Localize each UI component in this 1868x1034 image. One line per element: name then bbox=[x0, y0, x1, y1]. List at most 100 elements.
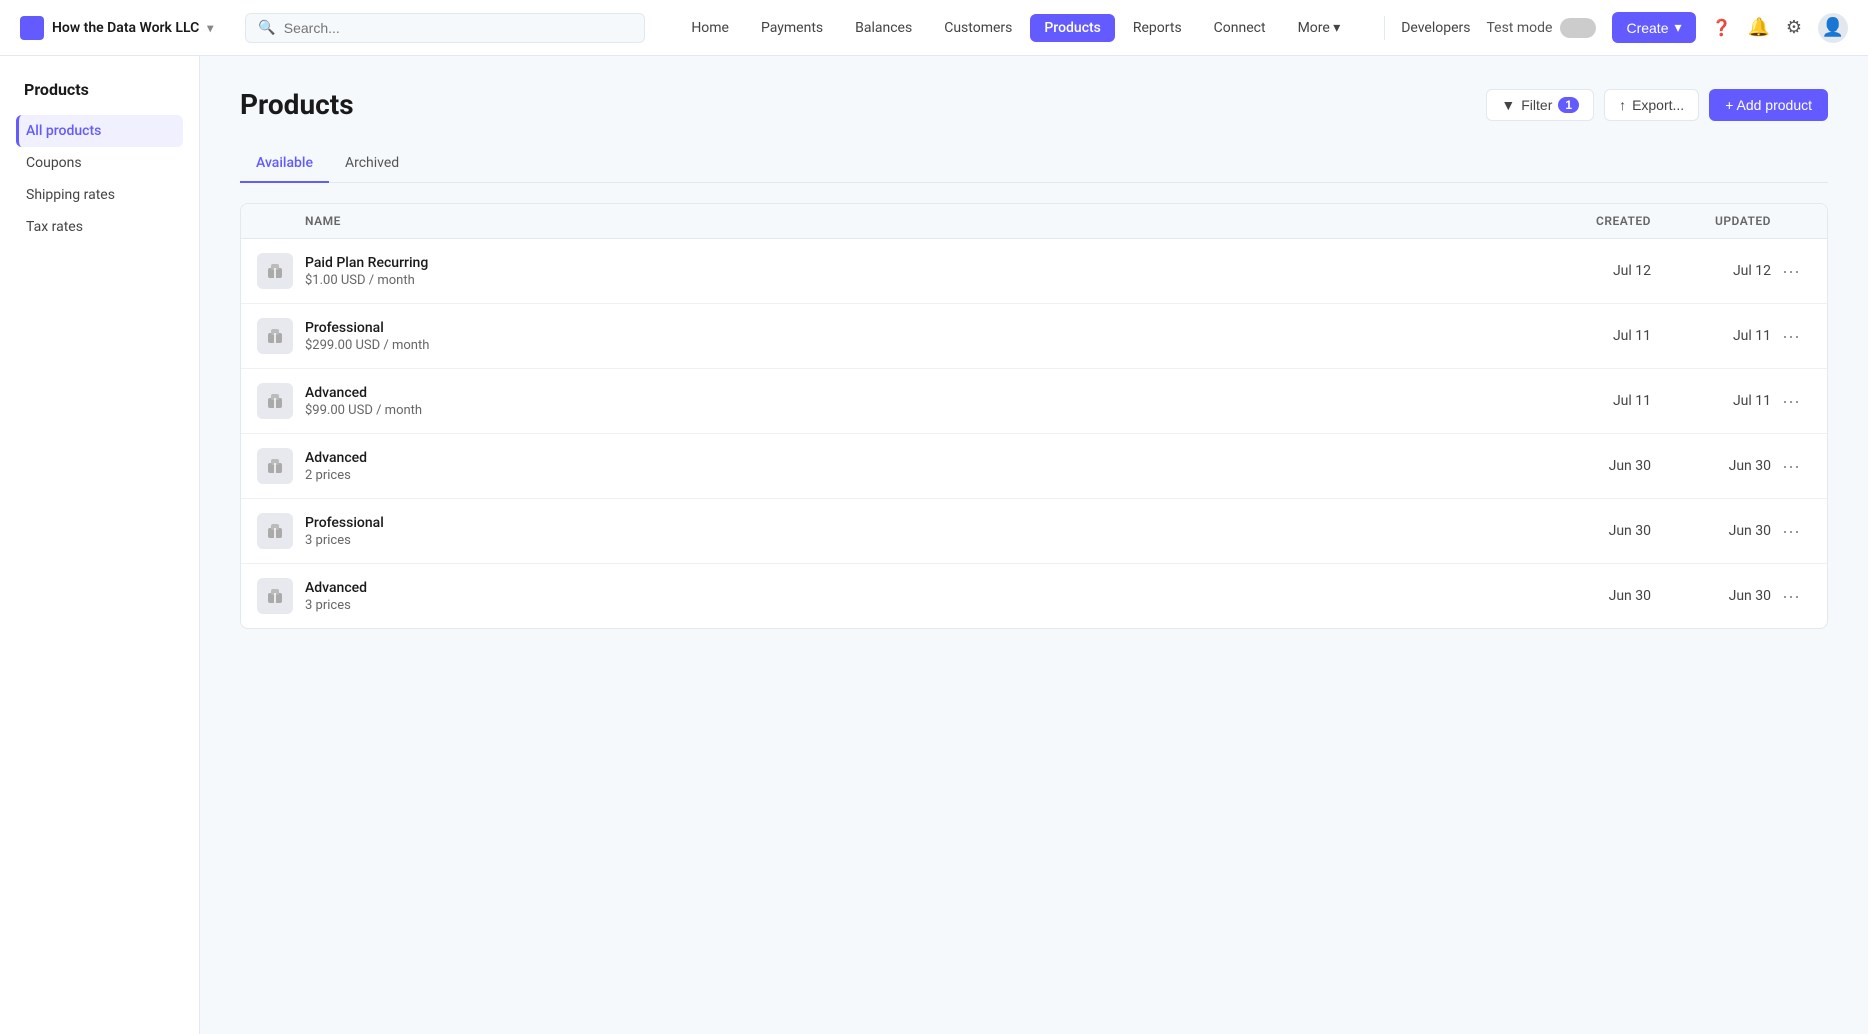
product-info: Advanced $99.00 USD / month bbox=[305, 385, 1531, 418]
sidebar-item-coupons[interactable]: Coupons bbox=[16, 147, 183, 179]
updated-date: Jun 30 bbox=[1651, 588, 1771, 604]
company-name: How the Data Work LLC bbox=[52, 20, 199, 36]
top-nav: Home Payments Balances Customers Product… bbox=[677, 14, 1372, 42]
main-content: Products ▼ Filter 1 ↑ Export... + Add pr… bbox=[200, 56, 1868, 1034]
product-name: Professional bbox=[305, 515, 1531, 531]
sidebar-item-tax-rates[interactable]: Tax rates bbox=[16, 211, 183, 243]
logo-icon bbox=[20, 16, 44, 40]
col-updated: UPDATED bbox=[1651, 214, 1771, 228]
page-header: Products ▼ Filter 1 ↑ Export... + Add pr… bbox=[240, 88, 1828, 121]
nav-item-more[interactable]: More ▾ bbox=[1284, 14, 1355, 42]
test-mode-label: Test mode bbox=[1486, 20, 1552, 36]
product-price: $1.00 USD / month bbox=[305, 273, 1531, 288]
export-button[interactable]: ↑ Export... bbox=[1604, 89, 1699, 121]
created-date: Jun 30 bbox=[1531, 458, 1651, 474]
bell-icon[interactable]: 🔔 bbox=[1747, 17, 1769, 38]
create-chevron-icon: ▾ bbox=[1674, 19, 1681, 36]
products-table: NAME CREATED UPDATED Paid Plan Recurring… bbox=[240, 203, 1828, 629]
created-date: Jun 30 bbox=[1531, 523, 1651, 539]
export-label: Export... bbox=[1632, 97, 1684, 113]
test-mode-switch[interactable] bbox=[1560, 18, 1596, 38]
product-name: Advanced bbox=[305, 450, 1531, 466]
table-header: NAME CREATED UPDATED bbox=[241, 204, 1827, 239]
product-name: Advanced bbox=[305, 580, 1531, 596]
product-icon bbox=[257, 578, 293, 614]
search-icon: 🔍 bbox=[258, 20, 275, 36]
company-logo[interactable]: How the Data Work LLC ▾ bbox=[20, 16, 213, 40]
product-price: $99.00 USD / month bbox=[305, 403, 1531, 418]
product-info: Professional $299.00 USD / month bbox=[305, 320, 1531, 353]
col-actions bbox=[1771, 214, 1811, 228]
product-info: Advanced 2 prices bbox=[305, 450, 1531, 483]
test-mode-toggle[interactable]: Test mode bbox=[1486, 18, 1596, 38]
filter-icon: ▼ bbox=[1501, 97, 1515, 113]
created-date: Jul 11 bbox=[1531, 328, 1651, 344]
updated-date: Jul 11 bbox=[1651, 328, 1771, 344]
product-price: 3 prices bbox=[305, 533, 1531, 548]
nav-item-reports[interactable]: Reports bbox=[1119, 14, 1196, 42]
filter-label: Filter bbox=[1521, 97, 1552, 113]
table-row[interactable]: Advanced 2 prices Jun 30 Jun 30 ··· bbox=[241, 434, 1827, 499]
nav-item-home[interactable]: Home bbox=[677, 14, 743, 42]
product-name: Paid Plan Recurring bbox=[305, 255, 1531, 271]
created-date: Jul 12 bbox=[1531, 263, 1651, 279]
table-row[interactable]: Advanced 3 prices Jun 30 Jun 30 ··· bbox=[241, 564, 1827, 628]
row-more-button[interactable]: ··· bbox=[1771, 257, 1811, 286]
topbar-right: Developers Test mode Create ▾ ❓ 🔔 ⚙ 👤 bbox=[1384, 12, 1848, 43]
search-bar: 🔍 bbox=[245, 13, 645, 43]
product-tabs: Available Archived bbox=[240, 145, 1828, 183]
product-icon bbox=[257, 253, 293, 289]
table-row[interactable]: Professional 3 prices Jun 30 Jun 30 ··· bbox=[241, 499, 1827, 564]
table-row[interactable]: Advanced $99.00 USD / month Jul 11 Jul 1… bbox=[241, 369, 1827, 434]
product-icon bbox=[257, 383, 293, 419]
updated-date: Jun 30 bbox=[1651, 458, 1771, 474]
product-info: Advanced 3 prices bbox=[305, 580, 1531, 613]
table-row[interactable]: Professional $299.00 USD / month Jul 11 … bbox=[241, 304, 1827, 369]
col-icon bbox=[257, 214, 305, 228]
product-icon bbox=[257, 513, 293, 549]
product-info: Professional 3 prices bbox=[305, 515, 1531, 548]
updated-date: Jun 30 bbox=[1651, 523, 1771, 539]
tab-archived[interactable]: Archived bbox=[329, 145, 415, 183]
sidebar: Products All products Coupons Shipping r… bbox=[0, 56, 200, 1034]
table-row[interactable]: Paid Plan Recurring $1.00 USD / month Ju… bbox=[241, 239, 1827, 304]
product-name: Advanced bbox=[305, 385, 1531, 401]
updated-date: Jul 11 bbox=[1651, 393, 1771, 409]
nav-item-payments[interactable]: Payments bbox=[747, 14, 837, 42]
gear-icon[interactable]: ⚙ bbox=[1786, 17, 1802, 38]
product-icon bbox=[257, 448, 293, 484]
sidebar-item-all-products[interactable]: All products bbox=[16, 115, 183, 147]
header-actions: ▼ Filter 1 ↑ Export... + Add product bbox=[1486, 89, 1828, 121]
row-more-button[interactable]: ··· bbox=[1771, 387, 1811, 416]
filter-count-badge: 1 bbox=[1558, 97, 1579, 113]
create-button[interactable]: Create ▾ bbox=[1612, 12, 1695, 43]
nav-item-balances[interactable]: Balances bbox=[841, 14, 926, 42]
col-name: NAME bbox=[305, 214, 1531, 228]
divider bbox=[1384, 16, 1385, 40]
product-info: Paid Plan Recurring $1.00 USD / month bbox=[305, 255, 1531, 288]
row-more-button[interactable]: ··· bbox=[1771, 582, 1811, 611]
nav-item-products[interactable]: Products bbox=[1030, 14, 1115, 42]
created-date: Jun 30 bbox=[1531, 588, 1651, 604]
row-more-button[interactable]: ··· bbox=[1771, 517, 1811, 546]
row-more-button[interactable]: ··· bbox=[1771, 452, 1811, 481]
nav-item-connect[interactable]: Connect bbox=[1200, 14, 1280, 42]
nav-item-customers[interactable]: Customers bbox=[930, 14, 1026, 42]
sidebar-item-shipping-rates[interactable]: Shipping rates bbox=[16, 179, 183, 211]
user-avatar-icon[interactable]: 👤 bbox=[1818, 13, 1848, 43]
company-chevron-icon: ▾ bbox=[207, 21, 213, 35]
tab-available[interactable]: Available bbox=[240, 145, 329, 183]
developers-link[interactable]: Developers bbox=[1401, 20, 1470, 36]
filter-button[interactable]: ▼ Filter 1 bbox=[1486, 89, 1594, 121]
add-product-label: + Add product bbox=[1725, 97, 1812, 113]
help-icon[interactable]: ❓ bbox=[1712, 18, 1732, 37]
create-label: Create bbox=[1626, 20, 1668, 36]
add-product-button[interactable]: + Add product bbox=[1709, 89, 1828, 121]
product-price: $299.00 USD / month bbox=[305, 338, 1531, 353]
export-icon: ↑ bbox=[1619, 97, 1626, 113]
page-layout: Products All products Coupons Shipping r… bbox=[0, 56, 1868, 1034]
created-date: Jul 11 bbox=[1531, 393, 1651, 409]
search-input[interactable] bbox=[284, 20, 633, 36]
row-more-button[interactable]: ··· bbox=[1771, 322, 1811, 351]
product-price: 2 prices bbox=[305, 468, 1531, 483]
